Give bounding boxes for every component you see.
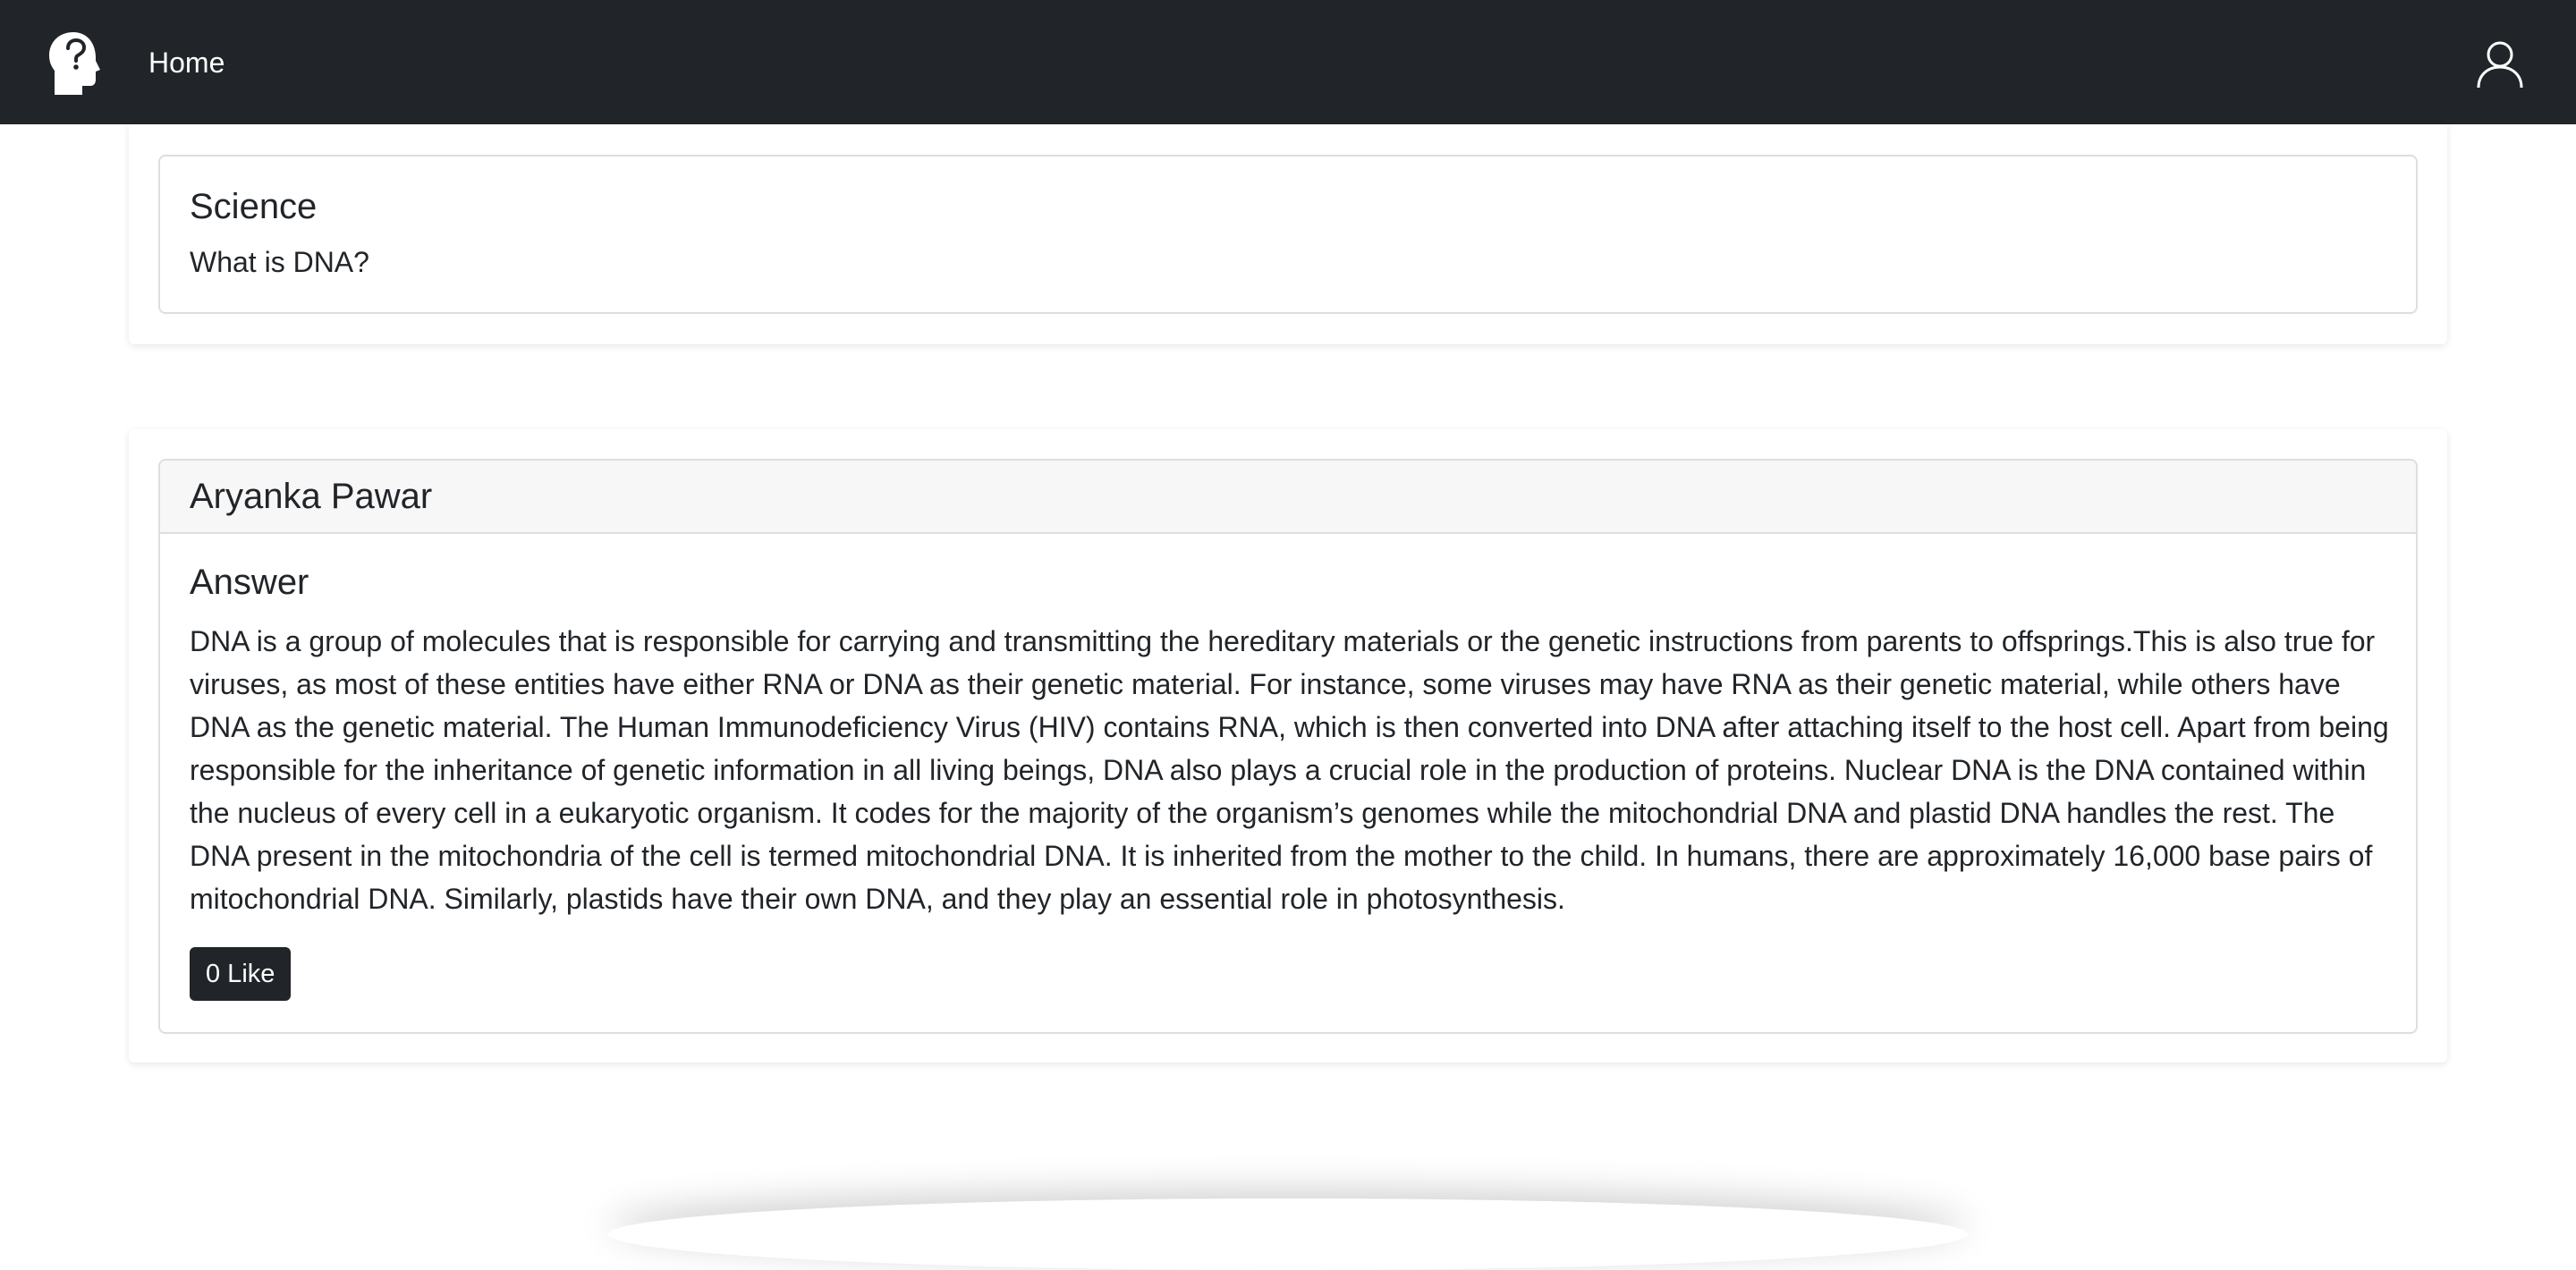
user-icon[interactable] [2476, 39, 2524, 89]
answer-body: DNA is a group of molecules that is resp… [190, 625, 2389, 915]
answer-title: Answer [190, 563, 309, 602]
question-text: What is DNA? [190, 246, 369, 278]
question-container: Science What is DNA? [129, 124, 2447, 344]
question-category: Science [190, 187, 318, 226]
answer-container: Aryanka Pawar Answer DNA is a group of m… [129, 429, 2447, 1063]
head-question-icon[interactable] [47, 30, 102, 97]
answer-card: Aryanka Pawar Answer DNA is a group of m… [158, 459, 2418, 1034]
navbar: Home [0, 0, 2576, 124]
next-card-shadow [608, 1198, 1968, 1270]
answer-card-header: Aryanka Pawar [160, 461, 2416, 534]
question-card: Science What is DNA? [158, 155, 2418, 314]
nav-home-link[interactable]: Home [148, 45, 225, 80]
answer-author: Aryanka Pawar [190, 477, 433, 516]
like-button[interactable]: 0 Like [190, 947, 292, 1001]
